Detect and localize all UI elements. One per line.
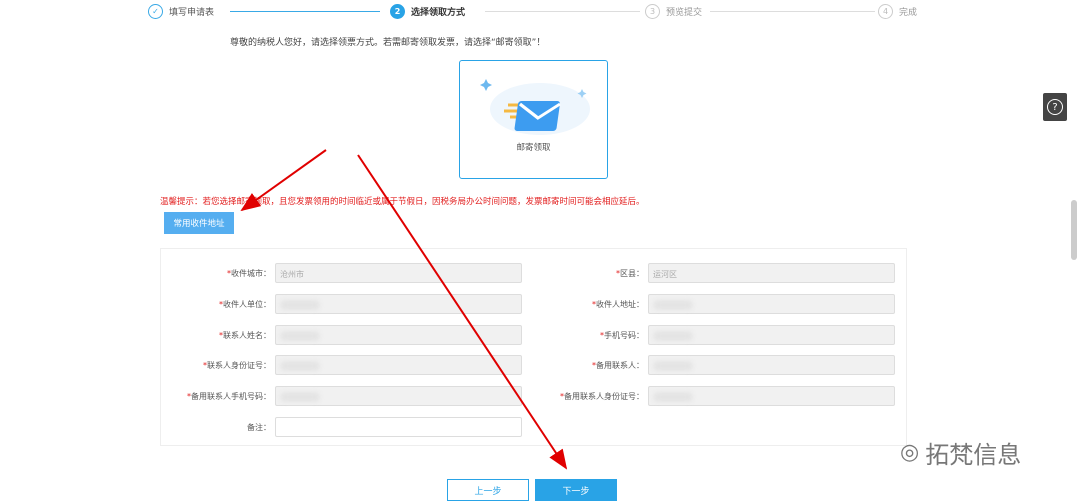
backup-id-row: *备用联系人身份证号：	[534, 386, 895, 406]
backup-field[interactable]	[648, 355, 895, 375]
phone-field[interactable]	[648, 325, 895, 345]
scrollbar[interactable]	[1071, 200, 1077, 260]
city-field[interactable]: 沧州市	[275, 263, 522, 283]
next-button[interactable]: 下一步	[535, 479, 617, 501]
district-row: *区县： 运河区	[534, 263, 895, 283]
phone-row: *手机号码：	[534, 325, 895, 345]
step-connector	[485, 11, 640, 12]
company-label: *收件人单位：	[219, 299, 271, 309]
step-number: 3	[645, 4, 660, 19]
progress-steps: ✓ 填写申请表 2 选择领取方式 3 预览提交 4 完成	[140, 0, 930, 24]
company-row: *收件人单位：	[161, 294, 522, 314]
address-field[interactable]	[648, 294, 895, 314]
help-icon: ?	[1047, 99, 1063, 115]
step-label: 预览提交	[666, 8, 703, 18]
help-button[interactable]: ?	[1043, 93, 1067, 121]
backup-label: *备用联系人：	[592, 360, 644, 370]
check-icon: ✓	[148, 4, 163, 19]
district-field[interactable]: 运河区	[648, 263, 895, 283]
phone-label: *手机号码：	[600, 330, 644, 340]
step-label: 填写申请表	[169, 8, 215, 18]
backup-id-field[interactable]	[648, 386, 895, 406]
city-label: *收件城市：	[227, 268, 271, 278]
backup-id-label: *备用联系人身份证号：	[560, 391, 644, 401]
step-number: 2	[390, 4, 405, 19]
step-label: 完成	[899, 8, 918, 18]
contact-field[interactable]	[275, 325, 522, 345]
address-form: *收件城市： 沧州市 *区县： 运河区 *收件人单位： *收件人地址： *联系人姓名…	[160, 248, 907, 446]
step-complete: 4 完成	[878, 4, 917, 19]
backup-phone-field[interactable]	[275, 386, 522, 406]
contact-row: *联系人姓名：	[161, 325, 522, 345]
city-row: *收件城市： 沧州市	[161, 263, 522, 283]
step-connector	[710, 11, 875, 12]
envelope-icon	[480, 79, 590, 135]
remark-label: 备注：	[247, 422, 271, 432]
watermark-text: 拓梵信息	[925, 441, 1022, 469]
step-label: 选择领取方式	[411, 8, 466, 18]
prev-button[interactable]: 上一步	[447, 479, 529, 501]
remark-row: 备注：	[161, 417, 522, 437]
step-preview: 3 预览提交	[645, 4, 702, 19]
watermark: ◎ 拓梵信息	[900, 435, 1021, 470]
step-choose-method: 2 选择领取方式	[390, 4, 465, 19]
contact-id-label: *联系人身份证号：	[203, 360, 271, 370]
backup-phone-row: *备用联系人手机号码：	[161, 386, 522, 406]
contact-label: *联系人姓名：	[219, 330, 271, 340]
contact-id-field[interactable]	[275, 355, 522, 375]
step-number: 4	[878, 4, 893, 19]
backup-phone-label: *备用联系人手机号码：	[187, 391, 271, 401]
warm-tip: 温馨提示：若您选择邮寄领取，且您发票领用的时间临近或属于节假日，因税务局办公时间…	[160, 197, 645, 207]
backup-row: *备用联系人：	[534, 355, 895, 375]
mail-pickup-option[interactable]: 邮寄领取	[459, 60, 608, 179]
remark-field[interactable]	[275, 417, 522, 437]
intro-text: 尊敬的纳税人您好，请选择领票方式。若需邮寄领取发票，请选择“邮寄领取”！	[230, 38, 546, 48]
company-field[interactable]	[275, 294, 522, 314]
address-label: *收件人地址：	[592, 299, 644, 309]
common-address-button[interactable]: 常用收件地址	[164, 212, 234, 234]
district-label: *区县：	[616, 268, 644, 278]
wechat-icon: ◎	[900, 440, 920, 465]
address-row: *收件人地址：	[534, 294, 895, 314]
mail-pickup-label: 邮寄领取	[516, 143, 551, 153]
step-fill-form: ✓ 填写申请表	[148, 4, 214, 19]
contact-id-row: *联系人身份证号：	[161, 355, 522, 375]
step-connector	[230, 11, 380, 12]
